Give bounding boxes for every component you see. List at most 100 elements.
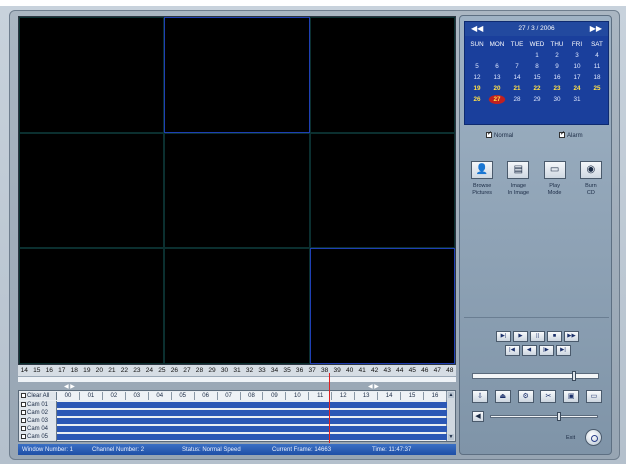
calendar-day[interactable]: 16 <box>547 72 567 83</box>
channel-row-label[interactable]: Cam 03 <box>19 417 57 425</box>
channel-column-header[interactable]: 08 <box>240 392 264 400</box>
calendar-day[interactable]: 12 <box>467 72 487 83</box>
speaker-icon[interactable]: ◀ <box>472 411 484 422</box>
rewind-icon[interactable]: ◀◀ <box>471 24 483 34</box>
channel-row-label[interactable]: Cam 04 <box>19 425 57 433</box>
channel-row-label[interactable]: Cam 01 <box>19 401 57 409</box>
calendar-day[interactable]: 21 <box>507 83 527 94</box>
channel-column-header[interactable]: 12 <box>332 392 356 400</box>
normal-checkbox[interactable]: Normal <box>486 130 513 139</box>
skip-start-button[interactable]: |◀ <box>504 345 520 356</box>
calendar-day[interactable]: 11 <box>587 61 607 72</box>
calendar-day[interactable]: 3 <box>567 50 587 61</box>
recording-track[interactable] <box>57 402 447 408</box>
eject-button[interactable]: ⏏ <box>494 390 511 403</box>
calendar-day[interactable]: 17 <box>567 72 587 83</box>
video-cell[interactable] <box>164 17 310 133</box>
video-grid[interactable] <box>18 16 456 365</box>
disc-icon[interactable]: ◉ <box>579 161 602 179</box>
channel-row-label[interactable]: Cam 02 <box>19 409 57 417</box>
fullscreen-button[interactable]: ▭ <box>585 390 602 403</box>
channel-column-header[interactable]: 04 <box>148 392 172 400</box>
video-cell[interactable] <box>309 248 455 364</box>
video-cell[interactable] <box>19 17 165 133</box>
channel-column-header[interactable]: 15 <box>401 392 424 400</box>
volume-slider-thumb[interactable] <box>557 412 562 421</box>
channel-row[interactable]: Cam 02 <box>19 409 447 417</box>
video-cell[interactable] <box>164 132 310 249</box>
timeline-cursor[interactable] <box>328 373 330 443</box>
checkbox-icon[interactable] <box>486 130 492 138</box>
channel-column-header[interactable]: 00 <box>57 392 80 400</box>
pip-icon[interactable]: ▤ <box>507 161 530 179</box>
channel-column-header[interactable]: 01 <box>79 392 103 400</box>
pause-button[interactable]: || <box>530 331 545 342</box>
alarm-checkbox[interactable]: Alarm <box>559 130 583 139</box>
timeline-bar[interactable] <box>18 376 456 383</box>
recording-track[interactable] <box>57 410 447 416</box>
channel-column-header[interactable]: 13 <box>355 392 379 400</box>
channel-column-header[interactable]: 07 <box>217 392 241 400</box>
recording-track[interactable] <box>57 426 447 432</box>
channel-row[interactable]: Cam 04 <box>19 425 447 433</box>
calendar-day[interactable]: 9 <box>547 61 567 72</box>
checkbox-icon[interactable] <box>21 426 26 431</box>
skip-end-button[interactable]: ▶| <box>555 345 571 356</box>
channel-column-header[interactable]: 02 <box>102 392 126 400</box>
calendar-day[interactable]: 5 <box>467 61 487 72</box>
cut-button[interactable]: ✂ <box>540 390 557 403</box>
video-cell[interactable] <box>164 248 310 364</box>
tool-button-disc[interactable]: ◉ Burn CD <box>574 161 608 221</box>
reverse-button[interactable]: ◀ <box>521 345 537 356</box>
fast-forward-icon[interactable]: ▶▶ <box>590 24 602 34</box>
fast-forward-button[interactable]: ▶▶ <box>564 331 579 342</box>
channel-row[interactable]: Cam 03 <box>19 417 447 425</box>
calendar-day[interactable]: 22 <box>527 83 547 94</box>
volume-slider[interactable] <box>490 412 598 421</box>
person-icon[interactable]: 👤 <box>471 161 494 179</box>
table-scrollbar[interactable]: ▲ ▼ <box>446 391 455 441</box>
frame-advance-button[interactable]: |▶ <box>538 345 554 356</box>
channel-column-header[interactable]: 16 <box>424 392 447 400</box>
speed-slider[interactable] <box>472 371 599 381</box>
calendar-day[interactable]: 18 <box>587 72 607 83</box>
calendar-day[interactable]: 20 <box>487 83 507 94</box>
stop-button[interactable]: ■ <box>547 331 562 342</box>
calendar-day[interactable]: 24 <box>567 83 587 94</box>
channel-column-header[interactable]: 06 <box>194 392 218 400</box>
calendar-day[interactable]: 31 <box>567 94 587 105</box>
calendar-day[interactable]: 26 <box>467 94 487 105</box>
recording-track[interactable] <box>57 434 447 440</box>
checkbox-icon[interactable] <box>21 410 26 415</box>
video-cell[interactable] <box>19 248 165 364</box>
speed-slider-thumb[interactable] <box>572 371 577 381</box>
snapshot-button[interactable]: ▣ <box>563 390 580 403</box>
channel-row[interactable]: Cam 05 <box>19 433 447 441</box>
calendar-day[interactable]: 7 <box>507 61 527 72</box>
download-button[interactable]: ⇩ <box>472 390 488 403</box>
scroll-down-icon[interactable]: ▼ <box>448 434 454 440</box>
calendar-day[interactable]: 13 <box>487 72 507 83</box>
calendar-day[interactable]: 23 <box>547 83 567 94</box>
calendar-day[interactable]: 14 <box>507 72 527 83</box>
checkbox-icon[interactable] <box>559 130 565 138</box>
video-cell[interactable] <box>19 132 165 249</box>
checkbox-icon[interactable] <box>21 418 26 423</box>
tool-button-pip[interactable]: ▤ Image In Image <box>501 161 535 221</box>
recording-track[interactable] <box>57 418 447 424</box>
tool-button-person[interactable]: 👤 Browse Pictures <box>465 161 499 221</box>
play-button[interactable]: ▶ <box>513 331 528 342</box>
channel-column-header[interactable]: 09 <box>263 392 287 400</box>
checkbox-icon[interactable] <box>21 434 26 439</box>
checkbox-icon[interactable] <box>21 402 26 407</box>
calendar-day[interactable]: 2 <box>547 50 567 61</box>
clear-all-button[interactable]: Clear All <box>19 392 57 400</box>
calendar-day[interactable]: 6 <box>487 61 507 72</box>
exit-button[interactable] <box>585 429 602 446</box>
step-forward-button[interactable]: ▶| <box>496 331 511 342</box>
calendar-day[interactable]: 15 <box>527 72 547 83</box>
calendar-day[interactable]: 1 <box>527 50 547 61</box>
checkbox-icon[interactable] <box>21 393 26 398</box>
channel-column-header[interactable]: 14 <box>378 392 402 400</box>
window-icon[interactable]: ▭ <box>543 161 566 179</box>
